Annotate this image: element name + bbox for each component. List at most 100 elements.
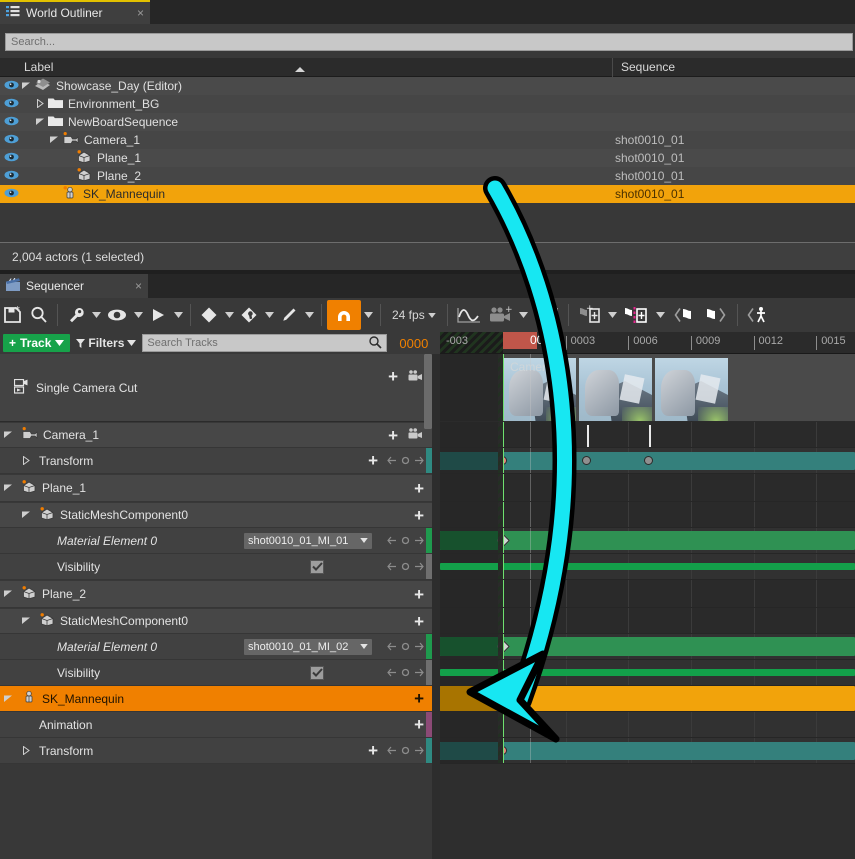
- keyframe[interactable]: [581, 456, 591, 465]
- timeline-row[interactable]: [440, 686, 855, 712]
- track-row-plane-1[interactable]: Plane_1 +: [0, 474, 432, 502]
- material-select[interactable]: shot0010_01_MI_01: [244, 532, 372, 549]
- timeline-ruler[interactable]: -003 0000 0003 0006 0009 0012 0015: [440, 332, 855, 354]
- disclosure-expanded-icon[interactable]: [22, 79, 34, 93]
- key-interpolation-dropdown-icon[interactable]: [262, 300, 276, 330]
- column-header-sequence[interactable]: Sequence: [612, 57, 855, 77]
- disclosure-expanded-icon[interactable]: [22, 508, 34, 522]
- disclosure-expanded-icon[interactable]: [4, 428, 16, 442]
- auto-key-dropdown-icon[interactable]: [302, 300, 316, 330]
- add-track-plus-icon[interactable]: +: [414, 690, 424, 707]
- track-tree-scrollbar-thumb[interactable]: [424, 354, 432, 429]
- previous-actor-button[interactable]: [743, 300, 773, 330]
- visibility-eye-icon[interactable]: [0, 79, 22, 93]
- outliner-row[interactable]: Plane_1 shot0010_01: [0, 149, 855, 167]
- track-row-transform[interactable]: Transform +: [0, 448, 432, 474]
- view-options-button[interactable]: [103, 300, 131, 330]
- disclosure-collapsed-icon[interactable]: [36, 97, 48, 111]
- outliner-row[interactable]: Camera_1 shot0010_01: [0, 131, 855, 149]
- track-row-visibility[interactable]: Visibility +: [0, 554, 432, 580]
- key-navigation-controls[interactable]: [387, 456, 424, 465]
- timeline-row[interactable]: [440, 634, 855, 660]
- key-navigation-controls[interactable]: [387, 642, 424, 651]
- filters-button[interactable]: Filters: [76, 336, 137, 350]
- close-icon[interactable]: ×: [135, 280, 142, 292]
- add-track-plus-icon[interactable]: +: [388, 427, 398, 444]
- track-row-visibility[interactable]: Visibility +: [0, 660, 432, 686]
- visibility-checkbox[interactable]: [310, 559, 324, 574]
- key-navigation-controls[interactable]: [387, 536, 424, 545]
- marked-frame-locked-dropdown-icon[interactable]: [654, 300, 668, 330]
- visibility-eye-icon[interactable]: [0, 187, 22, 201]
- track-row-staticmeshcomponent0[interactable]: StaticMeshComponent0 +: [0, 502, 432, 528]
- visibility-eye-icon[interactable]: [0, 151, 22, 165]
- marked-frame-dropdown-icon[interactable]: [606, 300, 620, 330]
- track-row-material-element-0[interactable]: Material Element 0 shot0010_01_MI_01 +: [0, 528, 432, 554]
- find-button[interactable]: [26, 300, 52, 330]
- outliner-row[interactable]: SK_Mannequin shot0010_01: [0, 185, 855, 203]
- timeline-panel[interactable]: Camera_1: [440, 354, 855, 859]
- search-icon[interactable]: [368, 335, 382, 352]
- visibility-checkbox[interactable]: [310, 665, 324, 680]
- create-camera-button[interactable]: +: [485, 300, 517, 330]
- track-row-material-element-0[interactable]: Material Element 0 shot0010_01_MI_02 +: [0, 634, 432, 660]
- keyframe-button[interactable]: [196, 300, 222, 330]
- add-key-plus-icon[interactable]: +: [368, 742, 378, 759]
- curve-editor-button[interactable]: [453, 300, 485, 330]
- snapping-magnet-toggle[interactable]: [327, 300, 361, 330]
- jump-to-next-mark-button[interactable]: [700, 300, 732, 330]
- frame-rate-dropdown[interactable]: 24 fps: [386, 308, 442, 322]
- timeline-row[interactable]: [440, 422, 855, 448]
- add-track-plus-icon[interactable]: +: [414, 507, 424, 524]
- timeline-row[interactable]: [440, 580, 855, 608]
- view-options-dropdown-icon[interactable]: [131, 300, 145, 330]
- add-camera-cut-button[interactable]: +: [388, 368, 398, 385]
- outliner-row[interactable]: Showcase_Day (Editor): [0, 77, 855, 95]
- key-interpolation-button[interactable]: [236, 300, 262, 330]
- disclosure-expanded-icon[interactable]: [22, 614, 34, 628]
- key-navigation-controls[interactable]: [387, 746, 424, 755]
- key-navigation-controls[interactable]: [387, 562, 424, 571]
- create-camera-dropdown-icon[interactable]: [517, 300, 531, 330]
- timeline-row[interactable]: [440, 554, 855, 580]
- playback-options-button[interactable]: [145, 300, 171, 330]
- jump-to-previous-mark-button[interactable]: [668, 300, 700, 330]
- disclosure-expanded-icon[interactable]: [4, 692, 16, 706]
- outliner-row[interactable]: Plane_2 shot0010_01: [0, 167, 855, 185]
- track-row-sk-mannequin[interactable]: SK_Mannequin +: [0, 686, 432, 712]
- marked-frame-locked-button[interactable]: [620, 300, 654, 330]
- lock-camera-button[interactable]: [531, 300, 563, 330]
- outliner-row[interactable]: Environment_BG: [0, 95, 855, 113]
- track-row-plane-2[interactable]: Plane_2 +: [0, 580, 432, 608]
- timeline-row[interactable]: [440, 528, 855, 554]
- track-row-camera-1[interactable]: Camera_1 +: [0, 422, 432, 448]
- visibility-eye-icon[interactable]: [0, 133, 22, 147]
- timeline-row[interactable]: [440, 608, 855, 634]
- timeline-row[interactable]: [440, 660, 855, 686]
- camera-binding-icon[interactable]: [407, 427, 424, 443]
- outliner-row[interactable]: NewBoardSequence: [0, 113, 855, 131]
- disclosure-expanded-icon[interactable]: [4, 587, 16, 601]
- tab-world-outliner[interactable]: World Outliner ×: [0, 0, 150, 24]
- snapping-dropdown-icon[interactable]: [361, 300, 375, 330]
- disclosure-expanded-icon[interactable]: [50, 133, 62, 147]
- track-row-animation[interactable]: Animation +: [0, 712, 432, 738]
- save-sequence-button[interactable]: *: [0, 300, 26, 330]
- key-navigation-controls[interactable]: [387, 668, 424, 677]
- add-track-plus-icon[interactable]: +: [414, 586, 424, 603]
- column-header-label[interactable]: Label: [0, 60, 612, 74]
- timeline-row[interactable]: [440, 738, 855, 764]
- current-frame-display[interactable]: 0000: [399, 336, 428, 351]
- disclosure-expanded-icon[interactable]: [36, 115, 48, 129]
- add-track-plus-icon[interactable]: +: [414, 716, 424, 733]
- close-icon[interactable]: ×: [137, 7, 144, 19]
- add-track-button[interactable]: + Track: [3, 334, 71, 352]
- track-row-staticmeshcomponent0[interactable]: StaticMeshComponent0 +: [0, 608, 432, 634]
- visibility-eye-icon[interactable]: [0, 115, 22, 129]
- track-row-transform[interactable]: Transform +: [0, 738, 432, 764]
- auto-key-pencil-button[interactable]: [276, 300, 302, 330]
- search-tracks-input[interactable]: Search Tracks: [142, 334, 388, 352]
- add-marked-frame-button[interactable]: +: [574, 300, 606, 330]
- general-options-button[interactable]: [63, 300, 89, 330]
- visibility-eye-icon[interactable]: [0, 169, 22, 183]
